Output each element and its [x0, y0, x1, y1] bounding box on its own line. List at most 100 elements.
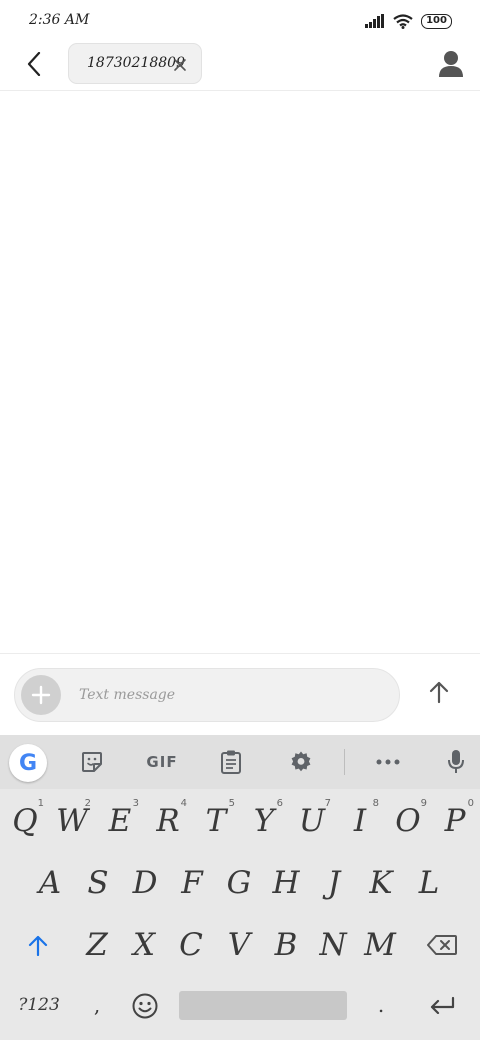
send-button[interactable] [424, 677, 454, 707]
key-label: A [38, 865, 62, 901]
plus-icon [31, 685, 51, 705]
status-icons: 100 [365, 12, 452, 30]
key-s[interactable]: S [78, 859, 118, 907]
key-label: T [205, 803, 227, 839]
key-r[interactable]: R4 [148, 797, 188, 845]
wifi-icon [393, 13, 413, 29]
key-hint: 1 [37, 798, 44, 809]
key-label: M [364, 927, 396, 963]
sticker-button[interactable] [75, 745, 109, 779]
key-f[interactable]: F [172, 859, 212, 907]
gif-label: GIF [146, 753, 178, 771]
key-label: Q [12, 803, 38, 839]
settings-button[interactable] [285, 745, 317, 779]
emoji-icon [132, 993, 158, 1019]
top-bar: 18730218809 [0, 42, 480, 91]
key-label: L [418, 865, 440, 901]
key-u[interactable]: U7 [292, 797, 332, 845]
key-a[interactable]: A [30, 859, 70, 907]
symbols-label: ?123 [18, 995, 60, 1015]
key-label: V [227, 927, 251, 963]
key-hint: 5 [228, 798, 235, 809]
key-label: F [181, 865, 203, 901]
period-label: . [377, 993, 385, 1017]
arrow-up-icon [429, 681, 449, 704]
key-label: I [353, 803, 367, 839]
key-label: Z [86, 927, 108, 963]
key-j[interactable]: J [314, 859, 354, 907]
contact-button[interactable] [438, 50, 464, 78]
key-l[interactable]: L [409, 859, 449, 907]
google-g-icon: G [18, 750, 38, 776]
key-e[interactable]: E3 [100, 797, 140, 845]
key-v[interactable]: V [219, 921, 259, 969]
key-y[interactable]: Y6 [244, 797, 284, 845]
key-q[interactable]: Q1 [5, 797, 45, 845]
more-options-button[interactable] [371, 745, 405, 779]
conversation-area [0, 91, 480, 653]
clipboard-button[interactable] [215, 745, 247, 779]
key-label: D [132, 865, 158, 901]
key-k[interactable]: K [361, 859, 401, 907]
key-c[interactable]: C [171, 921, 211, 969]
attach-button[interactable] [21, 675, 61, 715]
key-label: H [272, 865, 300, 901]
message-input[interactable] [79, 669, 379, 721]
status-bar: 2:36 AM 100 [0, 0, 480, 42]
enter-key[interactable] [420, 987, 464, 1023]
back-button[interactable] [20, 50, 48, 78]
key-label: E [108, 803, 132, 839]
comma-key[interactable]: , [84, 985, 110, 1025]
key-w[interactable]: W2 [52, 797, 92, 845]
key-g[interactable]: G [219, 859, 259, 907]
key-label: X [132, 927, 156, 963]
recipient-number: 18730218809 [87, 55, 185, 71]
remove-recipient-button[interactable] [173, 57, 187, 71]
period-key[interactable]: . [368, 985, 394, 1025]
signal-icon [365, 14, 384, 28]
key-label: J [327, 865, 341, 901]
key-hint: 4 [180, 798, 187, 809]
key-x[interactable]: X [124, 921, 164, 969]
compose-area [0, 653, 480, 735]
key-b[interactable]: B [266, 921, 306, 969]
key-n[interactable]: N [313, 921, 353, 969]
key-label: P [444, 803, 466, 839]
key-hint: 3 [132, 798, 139, 809]
space-key[interactable] [179, 991, 347, 1020]
battery-icon: 100 [421, 13, 452, 29]
shift-key[interactable] [18, 921, 58, 969]
key-h[interactable]: H [266, 859, 306, 907]
key-hint: 6 [276, 798, 283, 809]
keyboard-toolbar: G GIF [0, 735, 480, 789]
symbols-key[interactable]: ?123 [14, 985, 64, 1025]
key-label: C [179, 927, 203, 963]
key-label: K [369, 865, 393, 901]
key-z[interactable]: Z [77, 921, 117, 969]
microphone-icon [448, 750, 464, 773]
battery-level: 100 [426, 14, 447, 26]
key-hint: 7 [324, 798, 331, 809]
gear-icon [291, 751, 311, 772]
key-o[interactable]: O9 [388, 797, 428, 845]
keyboard: G GIF Q 1 W 2 E 3 R 4 T 5 Y 6 U 7 I 8 O … [0, 735, 480, 1040]
key-i[interactable]: I8 [340, 797, 380, 845]
backspace-key[interactable] [420, 921, 464, 969]
voice-input-button[interactable] [442, 745, 470, 779]
key-d[interactable]: D [125, 859, 165, 907]
key-m[interactable]: M [360, 921, 400, 969]
google-search-button[interactable]: G [9, 744, 47, 782]
sticker-icon [82, 752, 102, 772]
key-t[interactable]: T5 [196, 797, 236, 845]
recipient-chip[interactable]: 18730218809 [68, 43, 202, 84]
gif-button[interactable]: GIF [140, 745, 184, 779]
key-p[interactable]: P0 [435, 797, 475, 845]
key-label: N [319, 927, 347, 963]
enter-arrow-icon [430, 996, 455, 1014]
key-label: U [298, 803, 326, 839]
emoji-key[interactable] [128, 989, 162, 1023]
shift-arrow-icon [28, 935, 48, 956]
backspace-icon [427, 935, 457, 955]
key-hint: 0 [467, 798, 474, 809]
key-label: S [87, 865, 109, 901]
